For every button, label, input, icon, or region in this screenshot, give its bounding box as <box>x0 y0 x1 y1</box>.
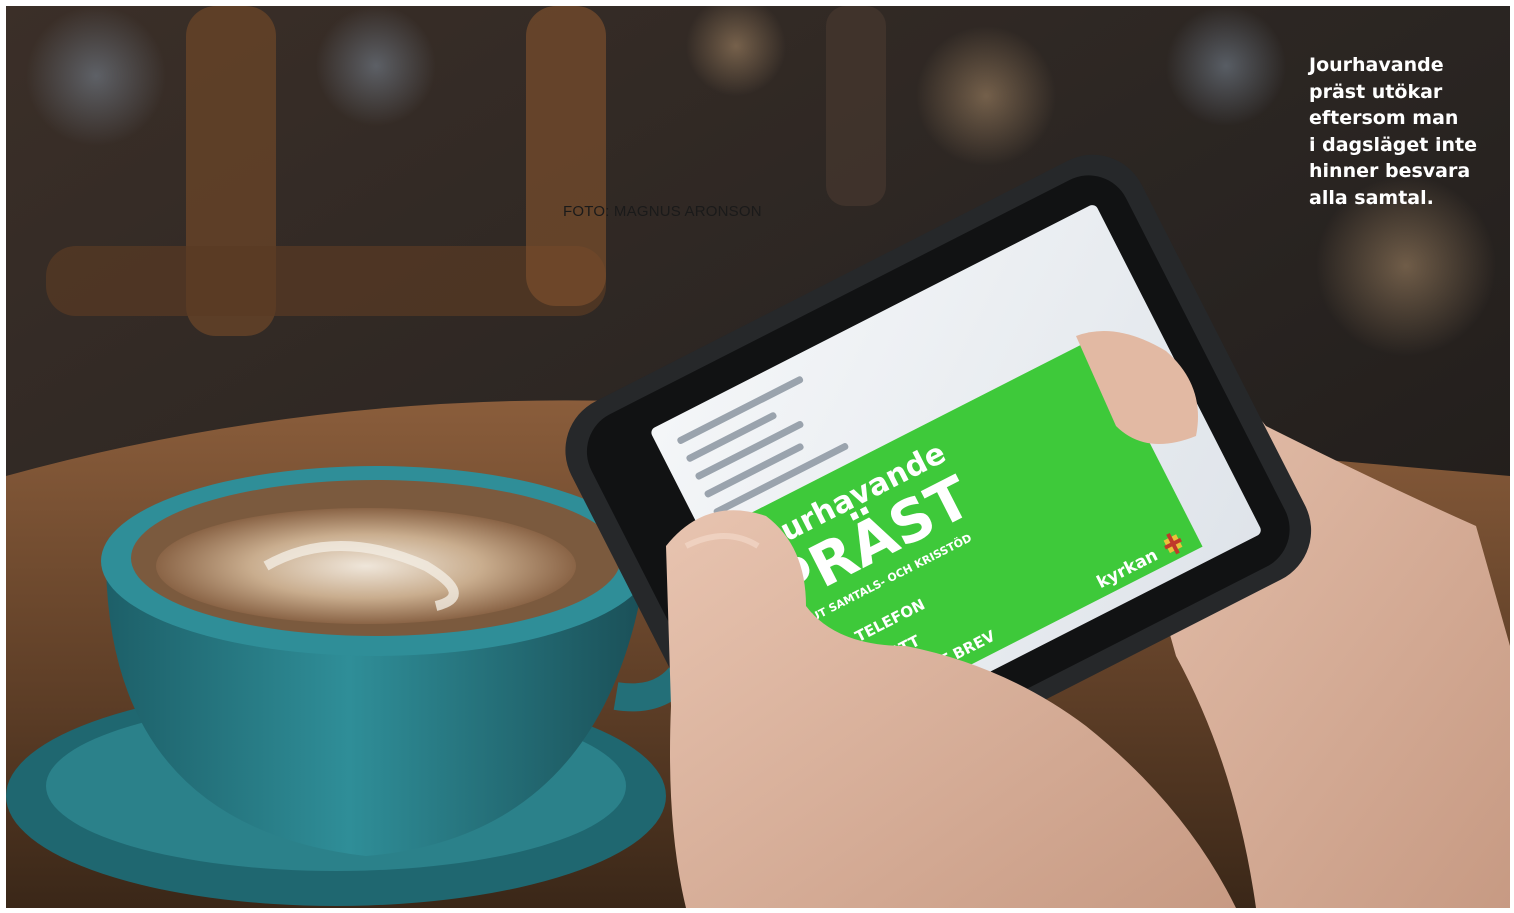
photo-caption: Jourhavande präst utökar eftersom man i … <box>1309 52 1494 211</box>
caption-line: hinner besvara <box>1309 160 1471 182</box>
caption-line: i dagsläget inte <box>1309 133 1477 156</box>
photo-credit: FOTO: MAGNUS ARONSON <box>563 203 762 220</box>
caption-line: präst utökar <box>1309 80 1443 103</box>
news-photo: Jourhavande PRÄST AKUT SAMTALS- OCH KRIS… <box>6 6 1510 908</box>
caption-line: alla samtal. <box>1309 186 1434 209</box>
caption-line: eftersom man <box>1309 107 1459 129</box>
caption-line: Jourhavande <box>1309 54 1444 76</box>
